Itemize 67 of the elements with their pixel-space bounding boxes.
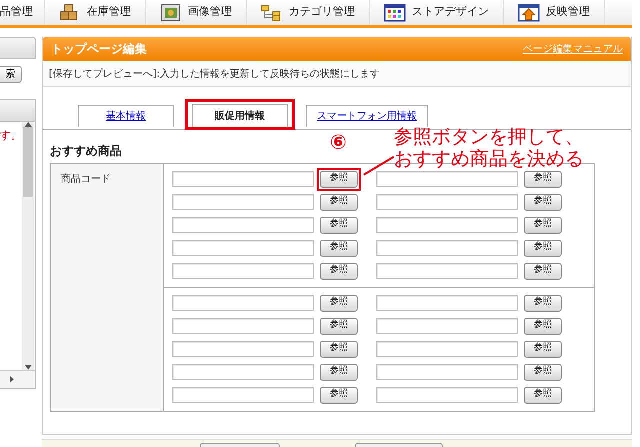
- input-field[interactable]: [172, 194, 314, 210]
- step-number: ⑥: [330, 132, 347, 152]
- palette-icon: [384, 2, 406, 22]
- input-field[interactable]: [376, 240, 518, 256]
- tab[interactable]: 販促用情報: [192, 104, 288, 127]
- input-field[interactable]: [172, 263, 314, 279]
- scroll-thumb[interactable]: [23, 127, 33, 197]
- browse-button[interactable]: 参照: [524, 364, 562, 380]
- input-field[interactable]: [376, 295, 518, 311]
- browse-button[interactable]: 参照: [524, 386, 562, 404]
- browse-button[interactable]: 参照: [524, 340, 562, 358]
- panel-title: トップページ編集: [51, 41, 147, 58]
- input-field[interactable]: [172, 240, 314, 256]
- upload-icon: [518, 2, 540, 22]
- browse-button[interactable]: 参照: [320, 240, 358, 256]
- tab[interactable]: 基本情報: [78, 105, 174, 127]
- browse-button[interactable]: 参照: [320, 364, 358, 380]
- search-button[interactable]: 索: [0, 66, 22, 83]
- browse-button[interactable]: 参照: [320, 170, 358, 188]
- browse-button[interactable]: 参照: [524, 262, 562, 280]
- folders-icon: [261, 2, 283, 22]
- leader-line: [363, 156, 395, 176]
- browse-button[interactable]: 参照: [524, 294, 562, 312]
- input-field[interactable]: [172, 295, 314, 311]
- input-field[interactable]: [376, 217, 518, 233]
- browse-button[interactable]: 参照: [524, 194, 562, 210]
- scroll-right-icon[interactable]: [10, 376, 14, 383]
- browse-button[interactable]: 参照: [320, 386, 358, 404]
- input-field[interactable]: [376, 171, 518, 187]
- callout-text: 参照ボタンを押して、: [394, 126, 584, 148]
- input-field[interactable]: [376, 364, 518, 380]
- notice-text: す。: [0, 128, 22, 144]
- nav-item[interactable]: ストアデザイン: [370, 0, 504, 25]
- input-field[interactable]: [172, 364, 314, 380]
- input-field[interactable]: [172, 318, 314, 334]
- browse-button[interactable]: 参照: [524, 216, 562, 234]
- nav-item[interactable]: 反映管理: [504, 0, 605, 25]
- section-title: おすすめ商品: [50, 143, 122, 160]
- nav-item[interactable]: 在庫管理: [45, 0, 146, 25]
- input-field[interactable]: [172, 171, 314, 187]
- input-field[interactable]: [376, 194, 518, 210]
- browse-button[interactable]: 参照: [320, 262, 358, 280]
- image-icon: [160, 2, 182, 22]
- input-field[interactable]: [172, 387, 314, 403]
- sidebar-panel-header: [0, 37, 36, 59]
- browse-button[interactable]: 参照: [320, 216, 358, 234]
- browse-button[interactable]: 参照: [320, 294, 358, 312]
- nav-item[interactable]: 画像管理: [146, 0, 247, 25]
- callout-text: おすすめ商品を決める: [394, 148, 584, 170]
- browse-button[interactable]: 参照: [524, 318, 562, 334]
- input-field[interactable]: [376, 318, 518, 334]
- input-field[interactable]: [172, 341, 314, 357]
- tab[interactable]: スマートフォン用情報: [306, 105, 428, 127]
- input-field[interactable]: [376, 341, 518, 357]
- input-field[interactable]: [172, 217, 314, 233]
- browse-button[interactable]: 参照: [524, 240, 562, 256]
- browse-button[interactable]: 参照: [320, 194, 358, 210]
- browse-button[interactable]: 参照: [320, 340, 358, 358]
- input-field[interactable]: [376, 263, 518, 279]
- nav-item[interactable]: カテゴリ管理: [247, 0, 370, 25]
- description-text: [保存してプレビューへ]:入力した情報を更新して反映待ちの状態にします: [43, 61, 631, 87]
- browse-button[interactable]: 参照: [320, 318, 358, 334]
- scrollbar[interactable]: [22, 122, 34, 370]
- input-field[interactable]: [376, 387, 518, 403]
- field-label: 商品コード: [61, 174, 111, 184]
- browse-button[interactable]: 参照: [524, 170, 562, 188]
- nav-item[interactable]: 品管理: [0, 0, 45, 25]
